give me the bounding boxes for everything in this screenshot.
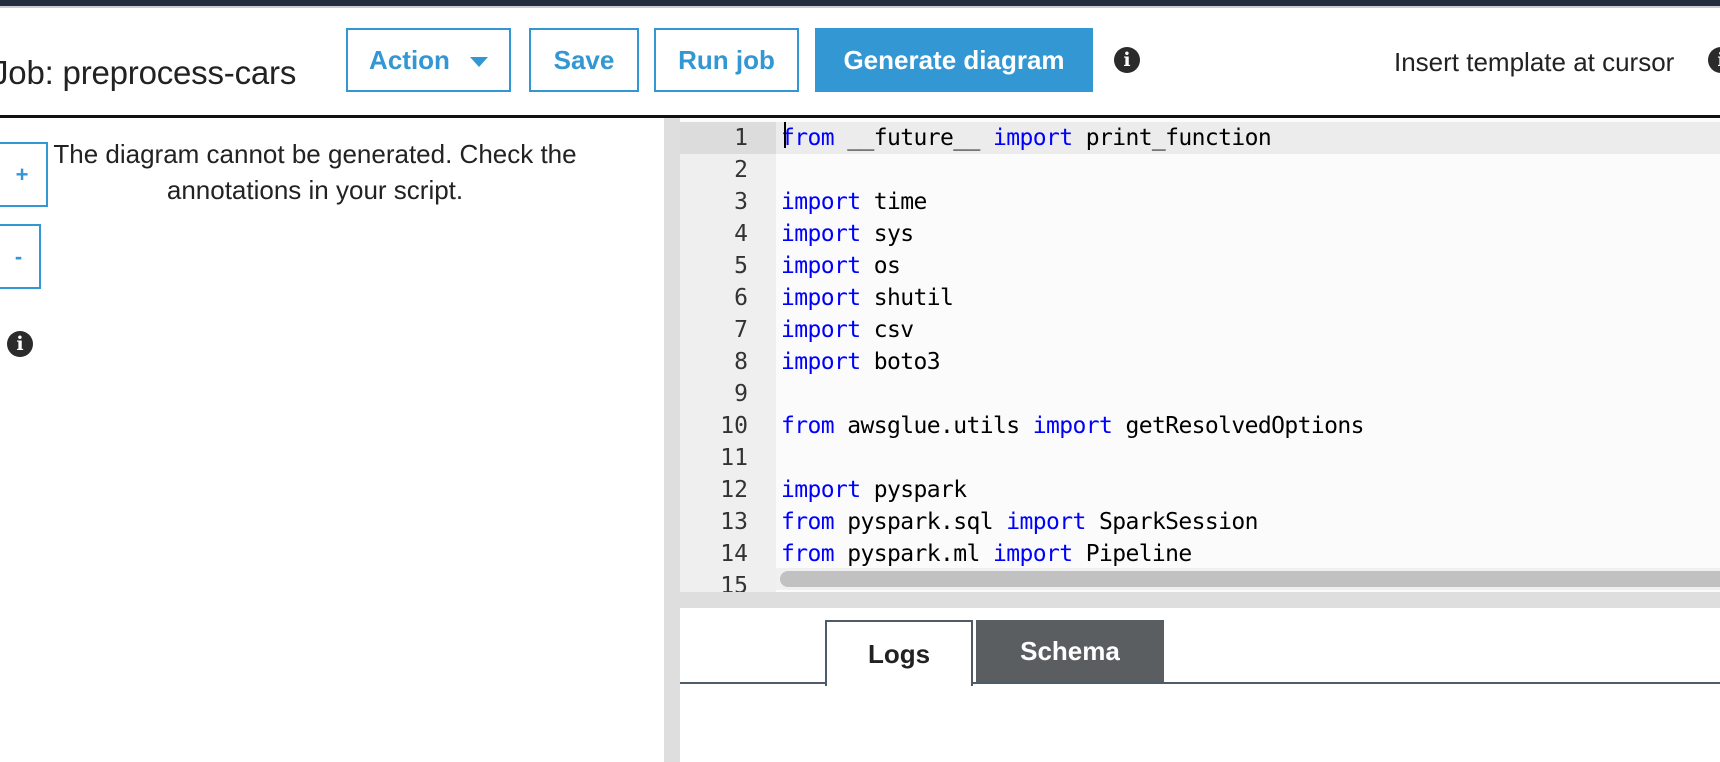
line-number: 9: [734, 381, 748, 407]
line-number: 11: [720, 445, 748, 471]
line-number: 6: [734, 285, 748, 311]
keyword-token: from: [781, 125, 835, 151]
code-text[interactable]: from __future__ import print_function: [776, 122, 1272, 154]
line-number: 10: [720, 413, 748, 439]
code-line[interactable]: 12 import pyspark: [680, 474, 1720, 506]
run-job-button[interactable]: Run job: [654, 28, 799, 92]
action-button-label: Action: [369, 44, 450, 75]
code-text[interactable]: import csv: [776, 314, 914, 346]
code-text[interactable]: import shutil: [776, 282, 954, 314]
horizontal-scrollbar-thumb[interactable]: [780, 571, 1720, 587]
keyword-token: from: [781, 541, 835, 567]
code-token: awsglue.utils: [834, 413, 1033, 439]
save-button[interactable]: Save: [529, 28, 639, 92]
code-lines[interactable]: 1 from __future__ import print_function 2 3…: [680, 122, 1720, 592]
code-token: Pipeline: [1072, 541, 1193, 567]
diagram-info-icon[interactable]: i: [7, 331, 33, 357]
keyword-token: import: [992, 125, 1073, 151]
code-text[interactable]: import sys: [776, 218, 914, 250]
code-token: boto3: [860, 349, 941, 375]
line-number: 7: [734, 317, 748, 343]
keyword-token: import: [781, 349, 861, 375]
code-line[interactable]: 14 from pyspark.ml import Pipeline: [680, 538, 1720, 570]
code-line[interactable]: 6 import shutil: [680, 282, 1720, 314]
panel-splitter[interactable]: [664, 118, 680, 762]
code-token: pyspark: [860, 477, 967, 503]
keyword-token: import: [992, 541, 1073, 567]
keyword-token: import: [781, 317, 861, 343]
top-nav-bar: [0, 0, 1720, 8]
code-line[interactable]: 2: [680, 154, 1720, 186]
keyword-token: from: [781, 509, 835, 535]
code-token: __future__: [834, 125, 993, 151]
line-number: 15: [720, 573, 748, 592]
keyword-token: import: [781, 477, 861, 503]
line-number: 8: [734, 349, 748, 375]
code-line[interactable]: 9: [680, 378, 1720, 410]
zoom-out-button[interactable]: -: [0, 224, 41, 289]
line-number: 3: [734, 189, 748, 215]
script-editor[interactable]: 1 from __future__ import print_function 2 3…: [680, 118, 1720, 592]
code-line[interactable]: 4 import sys: [680, 218, 1720, 250]
horizontal-scrollbar[interactable]: [776, 568, 1720, 590]
code-line[interactable]: 10 from awsglue.utils import getResolvedO…: [680, 410, 1720, 442]
code-line[interactable]: 1 from __future__ import print_function: [680, 122, 1720, 154]
code-text[interactable]: from pyspark.ml import Pipeline: [776, 538, 1192, 570]
code-text[interactable]: from awsglue.utils import getResolvedOpt…: [776, 410, 1365, 442]
generate-diagram-button[interactable]: Generate diagram: [815, 28, 1093, 92]
bottom-panel: Logs Schema: [680, 608, 1720, 762]
insert-template-info-icon[interactable]: i: [1708, 47, 1720, 73]
code-token: getResolvedOptions: [1112, 413, 1364, 439]
code-token: csv: [860, 317, 914, 343]
keyword-token: from: [781, 413, 835, 439]
keyword-token: import: [781, 221, 861, 247]
code-line[interactable]: 7 import csv: [680, 314, 1720, 346]
keyword-token: import: [781, 189, 861, 215]
keyword-token: import: [1006, 509, 1086, 535]
code-token: SparkSession: [1085, 509, 1259, 535]
code-token: pyspark.sql: [834, 509, 1007, 535]
page-title: Job: preprocess-cars: [0, 54, 297, 91]
code-token: print_function: [1072, 125, 1272, 151]
code-token: time: [860, 189, 928, 215]
caret-down-icon: [469, 57, 488, 67]
code-token: os: [860, 253, 901, 279]
code-text[interactable]: import boto3: [776, 346, 941, 378]
code-line[interactable]: 8 import boto3: [680, 346, 1720, 378]
code-line[interactable]: 11: [680, 442, 1720, 474]
code-text[interactable]: import time: [776, 186, 927, 218]
insert-template-label[interactable]: Insert template at cursor: [1394, 47, 1674, 78]
keyword-token: import: [781, 285, 861, 311]
code-text[interactable]: import pyspark: [776, 474, 967, 506]
code-line[interactable]: 3 import time: [680, 186, 1720, 218]
line-number: 2: [734, 157, 748, 183]
line-number: 5: [734, 253, 748, 279]
line-number: 4: [734, 221, 748, 247]
line-number: 14: [720, 541, 748, 567]
line-number: 13: [720, 509, 748, 535]
zoom-in-button[interactable]: +: [0, 142, 48, 207]
editor-resize-bar[interactable]: [680, 592, 1720, 608]
tab-schema[interactable]: Schema: [976, 620, 1164, 682]
text-cursor: [784, 122, 786, 148]
line-number: 12: [720, 477, 748, 503]
tab-logs[interactable]: Logs: [825, 620, 973, 686]
diagram-error-message: The diagram cannot be generated. Check t…: [53, 139, 577, 205]
job-header: Job: preprocess-cars Action Save Run job…: [0, 8, 1720, 115]
line-number: 1: [680, 122, 776, 154]
code-line[interactable]: 13 from pyspark.sql import SparkSession: [680, 506, 1720, 538]
code-line[interactable]: 5 import os: [680, 250, 1720, 282]
keyword-token: import: [781, 253, 861, 279]
code-text[interactable]: import os: [776, 250, 901, 282]
code-token: shutil: [860, 285, 954, 311]
code-token: sys: [860, 221, 914, 247]
keyword-token: import: [1032, 413, 1113, 439]
code-text[interactable]: from pyspark.sql import SparkSession: [776, 506, 1259, 538]
diagram-panel: The diagram cannot be generated. Check t…: [0, 118, 664, 762]
code-token: pyspark.ml: [834, 541, 993, 567]
action-dropdown-button[interactable]: Action: [346, 28, 511, 92]
info-icon[interactable]: i: [1114, 47, 1140, 73]
